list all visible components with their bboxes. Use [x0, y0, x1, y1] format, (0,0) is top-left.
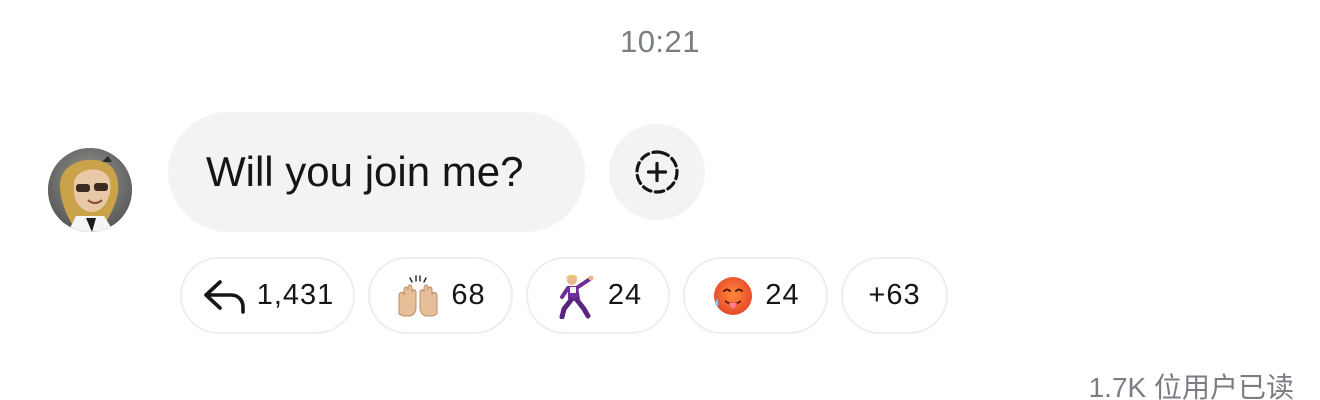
more-reactions-count: +63 — [868, 279, 921, 311]
reply-count: 1,431 — [256, 279, 335, 311]
hot-face-count: 24 — [765, 279, 800, 311]
dancing-man-count: 24 — [607, 279, 643, 311]
raising-hands-count: 68 — [451, 279, 486, 311]
more-reactions-chip[interactable]: +63 — [841, 257, 948, 334]
message-text: Will you join me? — [206, 148, 524, 195]
sender-avatar[interactable] — [48, 148, 132, 232]
read-receipt: 1.7K 位用户已读 — [1088, 372, 1294, 400]
message-timestamp: 10:21 — [619, 24, 701, 59]
reaction-chip-dancing-man[interactable]: 24 — [526, 257, 670, 334]
chat-screen: 10:21 Will you join me? 1,431 68 24 24 +… — [0, 0, 1320, 400]
reaction-chip-hot-face[interactable]: 24 — [683, 257, 828, 334]
dashed-circle-plus-icon — [635, 150, 679, 194]
hot-face-emoji-icon — [711, 274, 755, 318]
reply-arrow-icon — [201, 276, 247, 316]
message-bubble[interactable]: Will you join me? — [168, 112, 585, 232]
reaction-chip-raising-hands[interactable]: 68 — [368, 257, 513, 334]
reply-count-chip[interactable]: 1,431 — [180, 257, 355, 334]
add-reaction-button[interactable] — [609, 124, 705, 220]
profile-photo-icon — [48, 148, 132, 232]
raising-hands-emoji-icon — [395, 274, 441, 318]
dancing-man-emoji-icon — [554, 273, 598, 319]
